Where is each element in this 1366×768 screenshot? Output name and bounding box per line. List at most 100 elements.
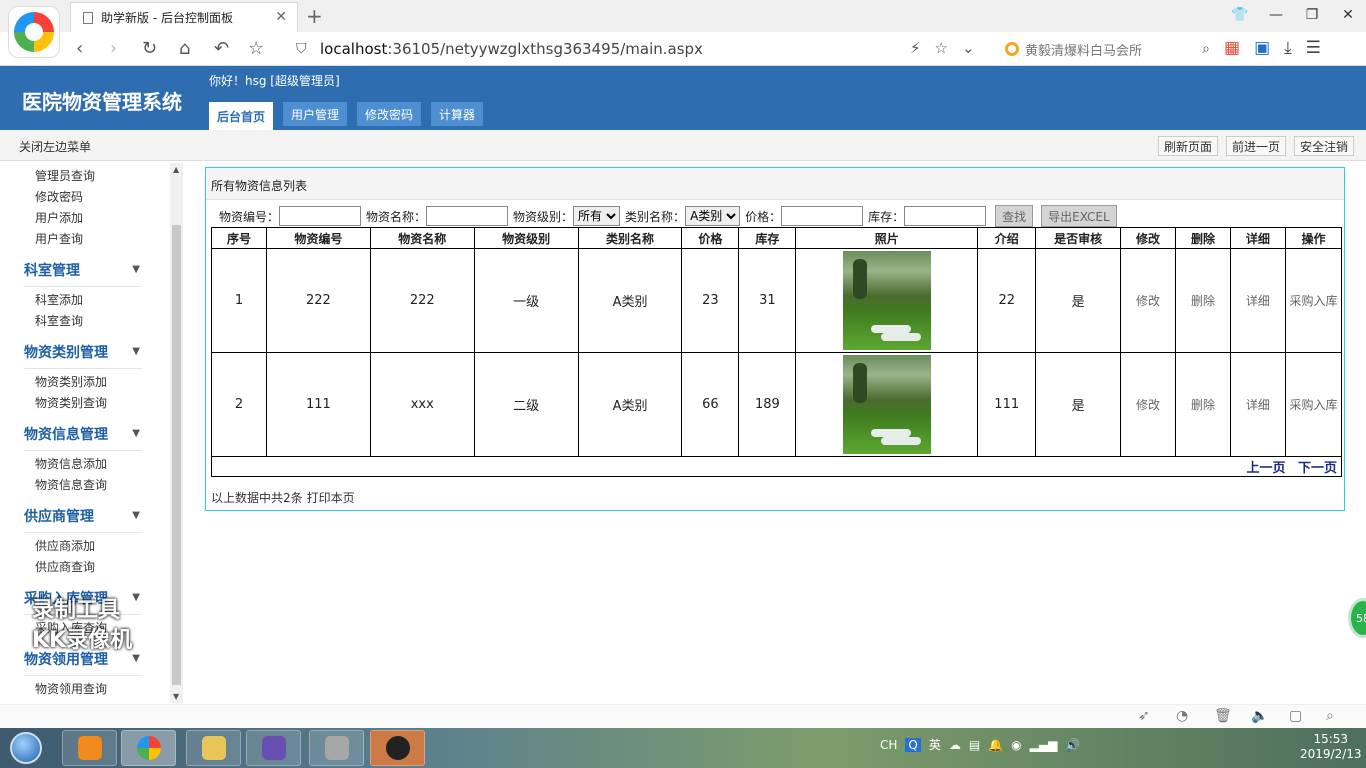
purchase-in-link[interactable]: 采购入库	[1284, 248, 1343, 353]
sidebar-scrollbar[interactable]: ▲ ▼	[170, 163, 183, 703]
close-left-menu-link[interactable]: 关闭左边菜单	[19, 138, 91, 155]
trash-icon[interactable]: 🗑	[1214, 708, 1232, 724]
sidebar-item-material-query[interactable]: 物资信息查询	[35, 476, 107, 493]
bell-icon[interactable]: 🔔	[988, 738, 1003, 752]
floating-badge[interactable]: 58	[1348, 598, 1366, 638]
sidebar-item-supplier-add[interactable]: 供应商添加	[35, 537, 95, 554]
scrollbar-thumb[interactable]	[172, 225, 181, 685]
speedup-icon[interactable]: ◔	[1176, 708, 1188, 724]
signal-icon[interactable]: ▂▄▆	[1030, 738, 1058, 752]
star-icon[interactable]: ☆	[248, 38, 264, 59]
close-tab-icon[interactable]: ✕	[275, 9, 287, 25]
zoom-icon[interactable]: ⌕	[1326, 708, 1334, 724]
prev-page-link[interactable]: 上一页	[1246, 461, 1285, 476]
code-input[interactable]	[279, 206, 362, 226]
search-box[interactable]: 黄毅清爆料白马会所 ⌕	[1005, 38, 1210, 60]
network-icon[interactable]: ▤	[969, 738, 980, 752]
sidebar-item-department-add[interactable]: 科室添加	[35, 291, 83, 308]
browser-tab[interactable]: 助学新版 - 后台控制面板 ✕	[70, 2, 298, 32]
detail-link[interactable]: 详细	[1229, 248, 1286, 353]
chevron-down-icon[interactable]: ⌄	[962, 39, 975, 57]
sidebar-item-category-add[interactable]: 物资类别添加	[35, 373, 107, 390]
sidebar-item-department-query[interactable]: 科室查询	[35, 312, 83, 329]
tab-home[interactable]: 后台首页	[209, 102, 274, 130]
ime-icon[interactable]: Q	[905, 737, 921, 752]
window-icon[interactable]: ▢	[1289, 708, 1302, 724]
next-page-link[interactable]: 下一页	[1298, 461, 1337, 476]
back-icon[interactable]: ‹	[76, 38, 83, 59]
price-input[interactable]	[781, 206, 864, 226]
minimize-icon[interactable]: —	[1258, 0, 1294, 30]
logout-button[interactable]: 安全注销	[1293, 136, 1354, 156]
volume-icon[interactable]: 🔈	[1251, 708, 1268, 724]
level-select[interactable]: 所有	[573, 206, 621, 226]
sidebar-item-user-add[interactable]: 用户添加	[35, 209, 83, 226]
cloud-icon[interactable]: ☁	[949, 738, 961, 752]
ime-mode[interactable]: 英	[929, 736, 941, 753]
refresh-icon[interactable]: ↻	[142, 38, 157, 59]
forward-icon[interactable]: ›	[110, 38, 117, 59]
sidebar-item-supplier-query[interactable]: 供应商查询	[35, 558, 95, 575]
search-icon[interactable]: ⌕	[1202, 41, 1210, 57]
stock-input[interactable]	[904, 206, 987, 226]
edit-link[interactable]: 修改	[1120, 352, 1177, 457]
edit-link[interactable]: 修改	[1120, 248, 1177, 353]
translate-icon[interactable]: ▣	[1254, 38, 1270, 58]
apps-grid-icon[interactable]: ▦	[1224, 38, 1240, 58]
sidebar-item-user-query[interactable]: 用户查询	[35, 230, 83, 247]
rocket-icon[interactable]: ➶	[1138, 708, 1150, 724]
lang-indicator[interactable]: CH	[880, 738, 897, 752]
close-window-icon[interactable]: ✕	[1330, 0, 1366, 30]
sidebar-section-material-info[interactable]: 物资信息管理 ▼	[24, 424, 142, 451]
refresh-page-button[interactable]: 刷新页面	[1157, 136, 1218, 156]
taskbar-app-uc-browser[interactable]	[62, 730, 117, 766]
detail-link[interactable]: 详细	[1229, 352, 1286, 457]
sidebar-section-supplier[interactable]: 供应商管理 ▼	[24, 506, 142, 533]
download-icon[interactable]: ⤓	[1284, 38, 1292, 58]
cell-level: 二级	[473, 352, 579, 457]
new-tab-icon[interactable]: +	[306, 4, 323, 28]
sidebar-section-department[interactable]: 科室管理 ▼	[24, 260, 142, 287]
system-clock[interactable]: 15:53 2019/2/13	[1300, 732, 1362, 762]
tab-user-management[interactable]: 用户管理	[283, 102, 348, 126]
taskbar-app-visual-studio[interactable]	[246, 730, 301, 766]
sidebar-item-change-password[interactable]: 修改密码	[35, 188, 83, 205]
shirt-icon[interactable]: 👕	[1222, 0, 1258, 30]
url-field[interactable]: localhost:36105/netyywzglxthsg363495/mai…	[320, 40, 703, 58]
delete-link[interactable]: 删除	[1175, 352, 1231, 457]
sidebar-section-material-category[interactable]: 物资类别管理 ▼	[24, 342, 142, 369]
sidebar-item-requisition-query[interactable]: 物资领用查询	[35, 680, 107, 697]
delete-link[interactable]: 删除	[1175, 248, 1231, 353]
material-photo	[842, 355, 931, 454]
taskbar-app-browser[interactable]	[121, 730, 176, 766]
bookmark-star-icon[interactable]: ☆	[935, 39, 948, 57]
sidebar-item-material-add[interactable]: 物资信息添加	[35, 455, 107, 472]
browser-logo[interactable]	[8, 6, 60, 58]
name-input[interactable]	[426, 206, 509, 226]
taskbar-app-explorer[interactable]	[186, 730, 241, 766]
undo-icon[interactable]: ↶	[214, 38, 229, 59]
home-icon[interactable]: ⌂	[179, 38, 190, 59]
purchase-in-link[interactable]: 采购入库	[1284, 352, 1343, 457]
tab-calculator[interactable]: 计算器	[431, 102, 484, 126]
search-button[interactable]: 查找	[995, 205, 1034, 227]
menu-icon[interactable]: ☰	[1306, 38, 1321, 58]
print-page-link[interactable]: 打印本页	[307, 491, 355, 505]
chevron-down-icon: ▼	[132, 264, 140, 275]
sidebar-item-admin-query[interactable]: 管理员查询	[35, 167, 95, 184]
sidebar-item-category-query[interactable]: 物资类别查询	[35, 394, 107, 411]
start-button[interactable]	[2, 729, 50, 767]
export-excel-button[interactable]: 导出EXCEL	[1041, 205, 1117, 227]
restore-icon[interactable]: ❐	[1294, 0, 1330, 30]
scroll-down-icon[interactable]: ▼	[173, 692, 179, 701]
category-select[interactable]: A类别	[685, 206, 741, 226]
forward-page-button[interactable]: 前进一页	[1225, 136, 1286, 156]
lightning-icon[interactable]: ⚡	[910, 39, 921, 57]
tab-change-password[interactable]: 修改密码	[357, 102, 422, 126]
speaker-icon[interactable]: 🔊	[1065, 738, 1080, 752]
taskbar-app-recorder[interactable]	[370, 730, 425, 766]
scroll-up-icon[interactable]: ▲	[173, 165, 179, 174]
taskbar-app-tools[interactable]	[309, 730, 364, 766]
chat-icon[interactable]: ◉	[1011, 738, 1021, 752]
total-text: 以上数据中共2条	[211, 491, 303, 505]
